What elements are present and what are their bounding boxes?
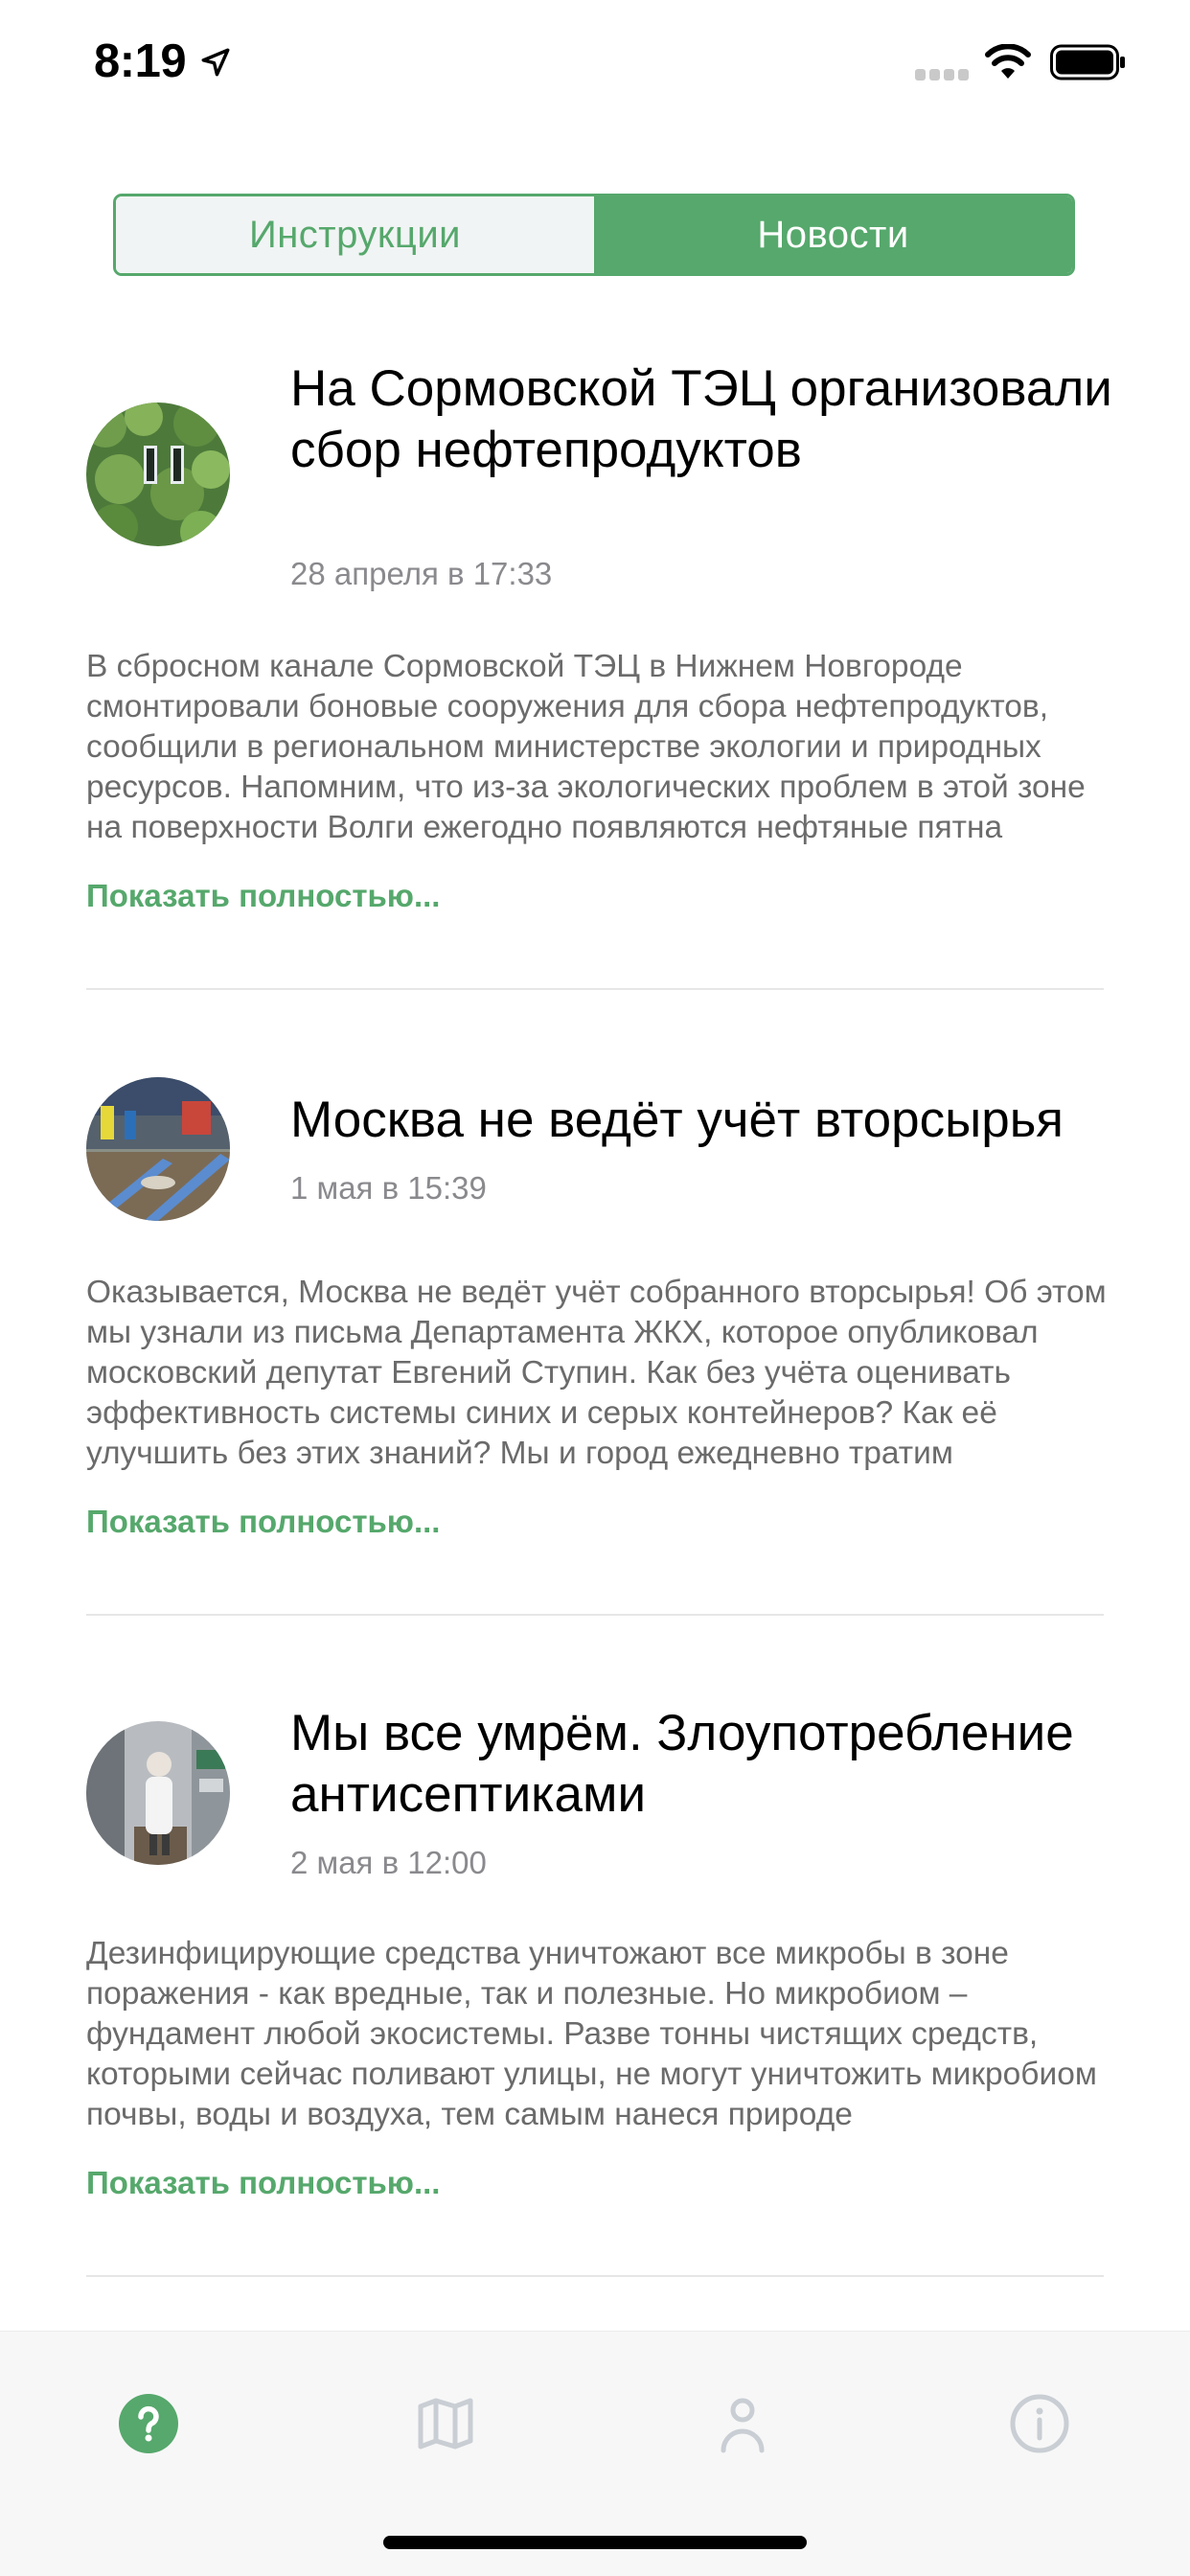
news-date: 2 мая в 12:00 (290, 1845, 487, 1880)
divider (86, 2275, 1104, 2277)
news-date: 1 мая в 15:39 (290, 1170, 487, 1206)
show-more-link[interactable]: Показать полностью... (86, 878, 440, 914)
info-circle-icon (1010, 2394, 1069, 2453)
tab-instructions[interactable] (116, 2391, 181, 2456)
signal-icon (915, 69, 969, 80)
segmented-control: Инструкции Новости (113, 194, 1075, 276)
divider (86, 1614, 1104, 1616)
person-icon (721, 2398, 765, 2453)
home-indicator (383, 2536, 807, 2549)
news-title: Москва не ведёт учёт вторсырья (290, 1092, 1064, 1148)
news-thumbnail (86, 1077, 230, 1221)
news-title: На Сормовской ТЭЦ организовали сбор нефт… (290, 360, 1112, 478)
news-thumbnail (86, 402, 230, 546)
segment-news[interactable]: Новости (594, 196, 1072, 273)
ivy-building-image (86, 402, 230, 546)
status-time: 8:19 (94, 35, 187, 87)
news-thumbnail (86, 1721, 230, 1865)
news-title: Мы все умрём. Злоупотребление антисептик… (290, 1705, 1074, 1823)
news-date: 28 апреля в 17:33 (290, 556, 553, 591)
show-more-link[interactable]: Показать полностью... (86, 1504, 440, 1540)
battery-icon (1050, 44, 1125, 80)
news-body: Дезинфицирующие средства уничтожают все … (86, 1936, 1097, 2132)
divider (86, 988, 1104, 990)
wifi-icon (985, 44, 1031, 79)
lab-worker-image (86, 1721, 230, 1865)
segment-instructions[interactable]: Инструкции (116, 196, 594, 273)
tab-profile[interactable] (710, 2391, 775, 2456)
tab-map[interactable] (413, 2391, 478, 2456)
news-body: В сбросном канале Сормовской ТЭЦ в Нижне… (86, 649, 1086, 845)
news-body: Оказывается, Москва не ведёт учёт собран… (86, 1275, 1107, 1471)
recycling-workers-image (86, 1077, 230, 1221)
status-bar: 8:19 (0, 0, 1190, 126)
tab-info[interactable] (1007, 2391, 1072, 2456)
location-arrow-icon (201, 48, 230, 77)
show-more-link[interactable]: Показать полностью... (86, 2165, 440, 2201)
question-circle-icon (119, 2394, 178, 2453)
map-icon (418, 2398, 473, 2450)
